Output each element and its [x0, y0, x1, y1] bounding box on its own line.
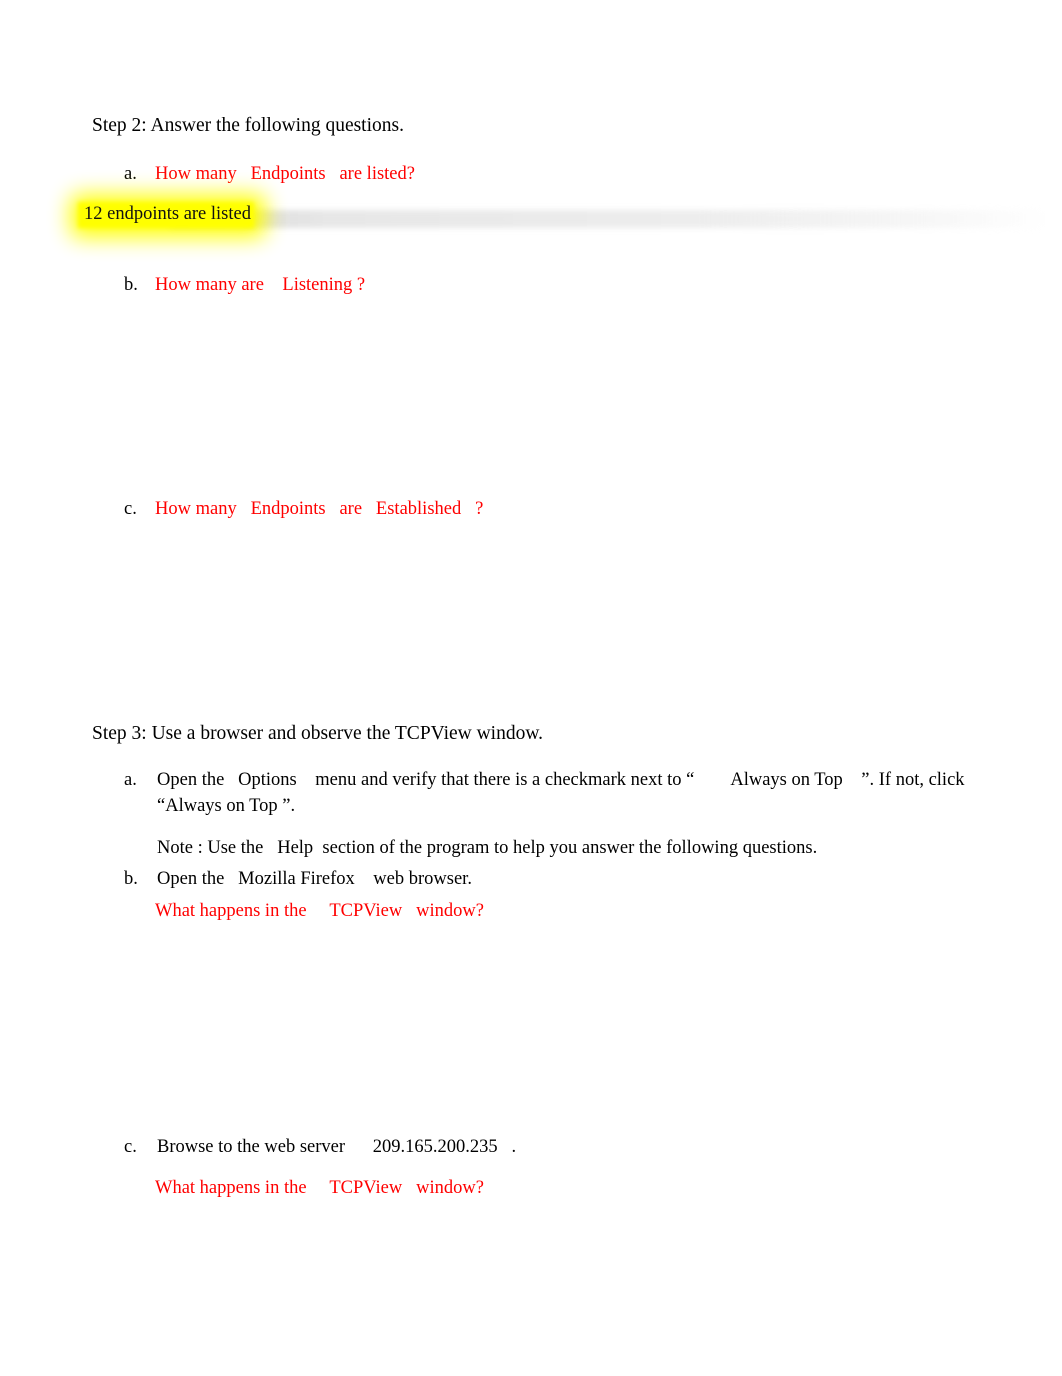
step2-item-a-answer-highlight: 12 endpoints are listed — [70, 192, 1050, 240]
document-page: Step 2: Answer the following questions. … — [0, 0, 1062, 1376]
step2-item-a-question: How many Endpoints are listed? — [155, 164, 415, 184]
step2-item-a-answer-text: 12 endpoints are listed — [84, 204, 251, 224]
step3-item-c-instruction: Browse to the web server 209.165.200.235… — [157, 1137, 517, 1157]
step3-item-b-answer-space[interactable] — [155, 932, 1000, 1122]
highlight-smear — [170, 210, 1050, 228]
step3-heading: Step 3: Use a browser and observe the TC… — [92, 723, 544, 744]
step2-heading: Step 2: Answer the following questions. — [92, 115, 404, 136]
step2-item-b-question: How many are Listening ? — [155, 275, 366, 295]
step3-item-c-question: What happens in the TCPView window? — [155, 1178, 484, 1198]
step3-item-c-answer-space[interactable] — [155, 1209, 1000, 1359]
step3-item-b-instruction: Open the Mozilla Firefox web browser. — [157, 869, 472, 889]
step3-item-a-marker: a. — [124, 770, 137, 790]
step2-item-b-marker: b. — [124, 275, 138, 295]
step2-item-a-marker: a. — [124, 164, 137, 184]
step3-item-c-marker: c. — [124, 1137, 137, 1157]
step2-item-c-answer-space[interactable] — [155, 530, 1000, 710]
step3-item-b-marker: b. — [124, 869, 138, 889]
step3-item-a-instruction: Open the Options menu and verify that th… — [157, 770, 970, 816]
step2-item-c-question: How many Endpoints are Established ? — [155, 499, 484, 519]
step2-item-c-marker: c. — [124, 499, 137, 519]
step3-item-a-note: Note : Use the Help section of the progr… — [157, 838, 818, 858]
step3-item-b-question: What happens in the TCPView window? — [155, 901, 484, 921]
step2-item-b-answer-space[interactable] — [155, 305, 1000, 485]
